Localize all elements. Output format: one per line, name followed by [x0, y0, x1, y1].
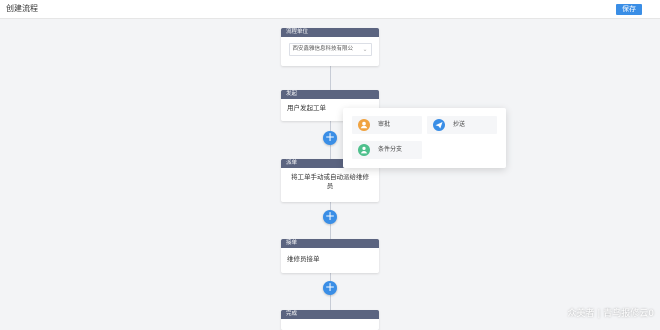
save-button[interactable]: 保存	[616, 4, 642, 15]
node-start-body: 西安鑫雅信息科技有限公 ⌄	[281, 37, 379, 61]
node-dispatch-body: 将工单手动或自动派给维修员	[291, 173, 369, 190]
popup-item-condition-branch[interactable]: 条件分支	[352, 141, 422, 159]
popup-item-label: 抄送	[453, 121, 466, 128]
popup-item-label: 条件分支	[378, 146, 403, 153]
node-accept-header: 接单	[281, 239, 379, 248]
popup-item-cc[interactable]: 抄送	[427, 116, 497, 134]
page-title: 创建流程	[6, 4, 38, 13]
node-finish[interactable]: 完成	[281, 310, 379, 330]
popup-item-label: 审批	[378, 121, 391, 128]
unit-select-value: 西安鑫雅信息科技有限公	[292, 46, 354, 52]
add-node-button[interactable]: +	[323, 131, 337, 145]
popup-item-approval[interactable]: 审批	[352, 116, 422, 134]
node-start[interactable]: 流程单位 西安鑫雅信息科技有限公 ⌄	[281, 28, 379, 66]
user-icon	[358, 119, 370, 131]
node-initiate-header: 发起	[281, 90, 379, 99]
add-node-button[interactable]: +	[323, 210, 337, 224]
branch-icon	[358, 144, 370, 156]
add-node-popup: 审批 抄送 条件分支	[343, 108, 506, 168]
node-accept[interactable]: 接单 维修员接单	[281, 239, 379, 273]
connector-line	[330, 66, 331, 90]
node-accept-body: 维修员接单	[287, 255, 320, 263]
send-icon	[433, 119, 445, 131]
node-finish-header: 完成	[281, 310, 379, 319]
node-start-header: 流程单位	[281, 28, 379, 37]
unit-select[interactable]: 西安鑫雅信息科技有限公 ⌄	[288, 43, 372, 56]
top-bar: 创建流程 保存	[0, 0, 660, 19]
watermark: 众美者 | 青鸟报修云0	[567, 309, 654, 319]
chevron-down-icon: ⌄	[362, 46, 368, 53]
flow-canvas: 流程单位 西安鑫雅信息科技有限公 ⌄ 发起 用户发起工单 + 派单 将工单手动或…	[0, 19, 660, 330]
add-node-button[interactable]: +	[323, 281, 337, 295]
